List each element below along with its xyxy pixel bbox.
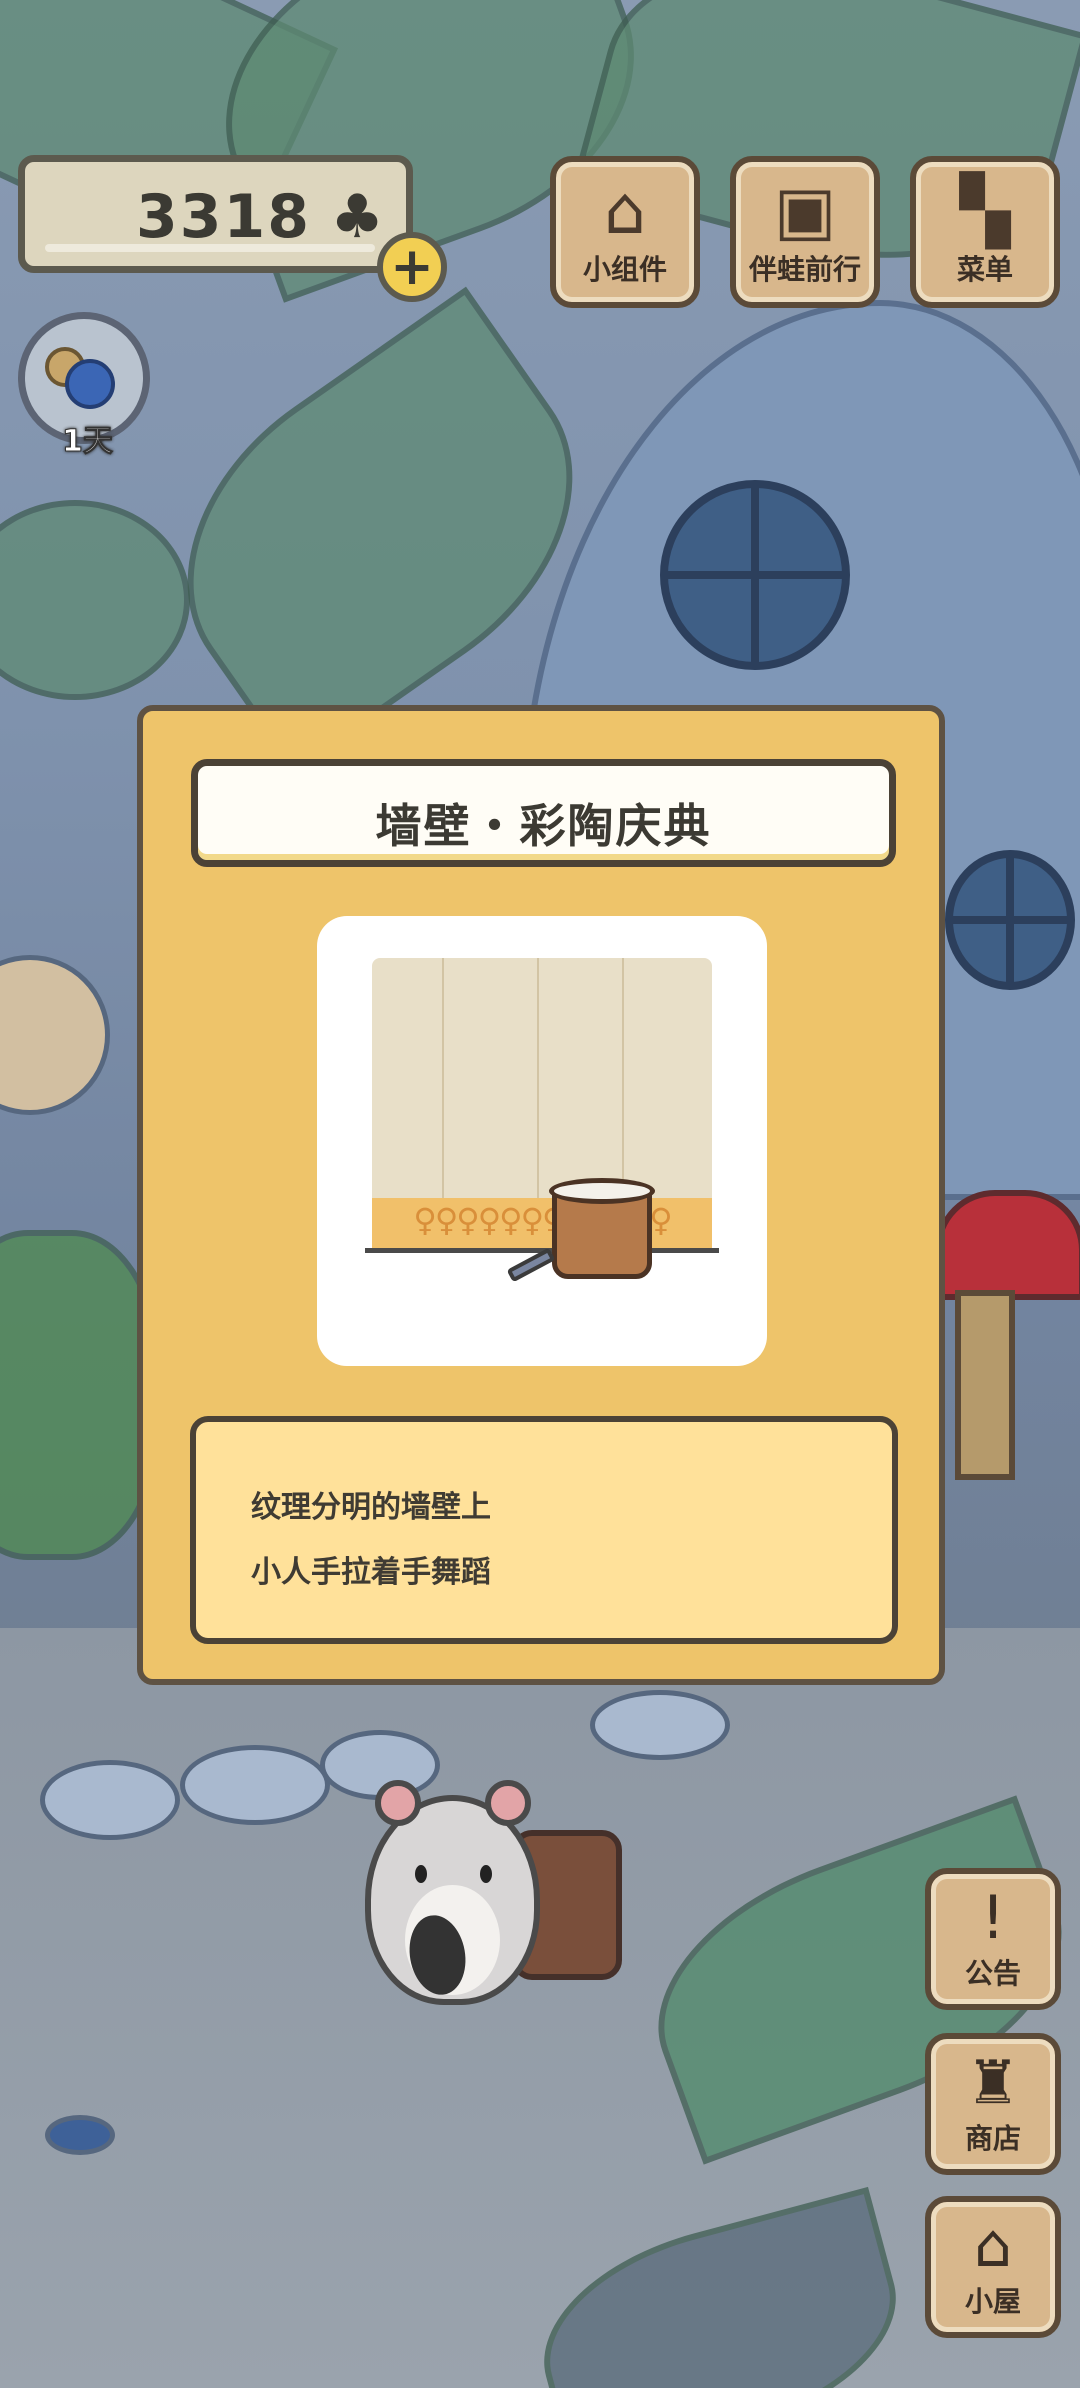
hamster-eye bbox=[415, 1865, 427, 1883]
hamster-character[interactable] bbox=[365, 1765, 545, 2015]
clover-leaf bbox=[0, 1230, 160, 1560]
dialog-title: 墙壁・彩陶庆典 bbox=[375, 799, 712, 853]
widget-icon: ⌂ bbox=[604, 172, 646, 249]
stone bbox=[180, 1745, 330, 1825]
house-button[interactable]: ⌂ 小屋 bbox=[925, 2196, 1061, 2338]
paint-bucket-top bbox=[549, 1178, 655, 1204]
hamster-ear bbox=[375, 1780, 421, 1826]
wall-texture-line bbox=[537, 958, 539, 1198]
stone bbox=[45, 2115, 115, 2155]
plus-icon: + bbox=[390, 237, 434, 297]
shop-label: 商店 bbox=[964, 2122, 1021, 2155]
days-label: 1天 bbox=[62, 424, 114, 460]
clover-counter: 3318 ♣ bbox=[18, 155, 413, 273]
description-line: 纹理分明的墙壁上 bbox=[251, 1490, 491, 1525]
house-label: 小屋 bbox=[964, 2285, 1021, 2318]
wall-texture-line bbox=[622, 958, 624, 1198]
exclamation-icon: ! bbox=[980, 1883, 1006, 1953]
counter-highlight bbox=[45, 244, 375, 252]
mailbox[interactable] bbox=[935, 1190, 1080, 1300]
item-detail-dialog[interactable]: 墙壁・彩陶庆典 ♀♀♀♀♀♀♀♀♀♀♀♀ 纹理分明的墙壁上 小人手拉着手舞蹈 bbox=[137, 705, 945, 1685]
menu-button-label: 菜单 bbox=[956, 253, 1013, 286]
creature-peek bbox=[0, 955, 110, 1115]
clover-count: 3318 bbox=[136, 182, 311, 252]
bird-icon bbox=[65, 359, 115, 409]
stone bbox=[590, 1690, 730, 1760]
add-clover-button[interactable]: + bbox=[377, 232, 447, 302]
house-icon: ⌂ bbox=[973, 2211, 1013, 2281]
mailbox-post bbox=[955, 1290, 1015, 1480]
menu-icon: ▚ bbox=[959, 172, 1011, 249]
widget-button-label: 小组件 bbox=[582, 253, 667, 286]
dancing-figures-border: ♀♀♀♀♀♀♀♀♀♀♀♀ bbox=[372, 1198, 712, 1248]
wallpaper-preview bbox=[372, 958, 712, 1198]
menu-button[interactable]: ▚ 菜单 bbox=[910, 156, 1060, 308]
clover-icon: ♣ bbox=[330, 182, 384, 252]
round-leaf bbox=[0, 500, 190, 700]
round-window bbox=[660, 480, 850, 670]
hamster-ear bbox=[485, 1780, 531, 1826]
widget-button[interactable]: ⌂ 小组件 bbox=[550, 156, 700, 308]
travel-companion-button[interactable]: ▣ 伴蛙前行 bbox=[730, 156, 880, 308]
round-window bbox=[945, 850, 1075, 990]
announcement-button[interactable]: ! 公告 bbox=[925, 1868, 1061, 2010]
wall-texture-line bbox=[442, 958, 444, 1198]
travel-companion-label: 伴蛙前行 bbox=[748, 253, 861, 286]
hamster-eye bbox=[480, 1865, 492, 1883]
shop-button[interactable]: ♜ 商店 bbox=[925, 2033, 1061, 2175]
item-preview-card: ♀♀♀♀♀♀♀♀♀♀♀♀ bbox=[317, 916, 767, 1366]
album-icon: ▣ bbox=[773, 172, 837, 249]
stone bbox=[40, 1760, 180, 1840]
description-line: 小人手拉着手舞蹈 bbox=[251, 1555, 491, 1590]
dialog-title-box: 墙壁・彩陶庆典 bbox=[191, 759, 896, 867]
item-description-box: 纹理分明的墙壁上 小人手拉着手舞蹈 bbox=[190, 1416, 898, 1644]
announcement-label: 公告 bbox=[964, 1957, 1021, 1990]
dancing-figures-icon: ♀♀♀♀♀♀♀♀♀♀♀♀ bbox=[413, 1204, 672, 1236]
shop-icon: ♜ bbox=[966, 2048, 1020, 2118]
